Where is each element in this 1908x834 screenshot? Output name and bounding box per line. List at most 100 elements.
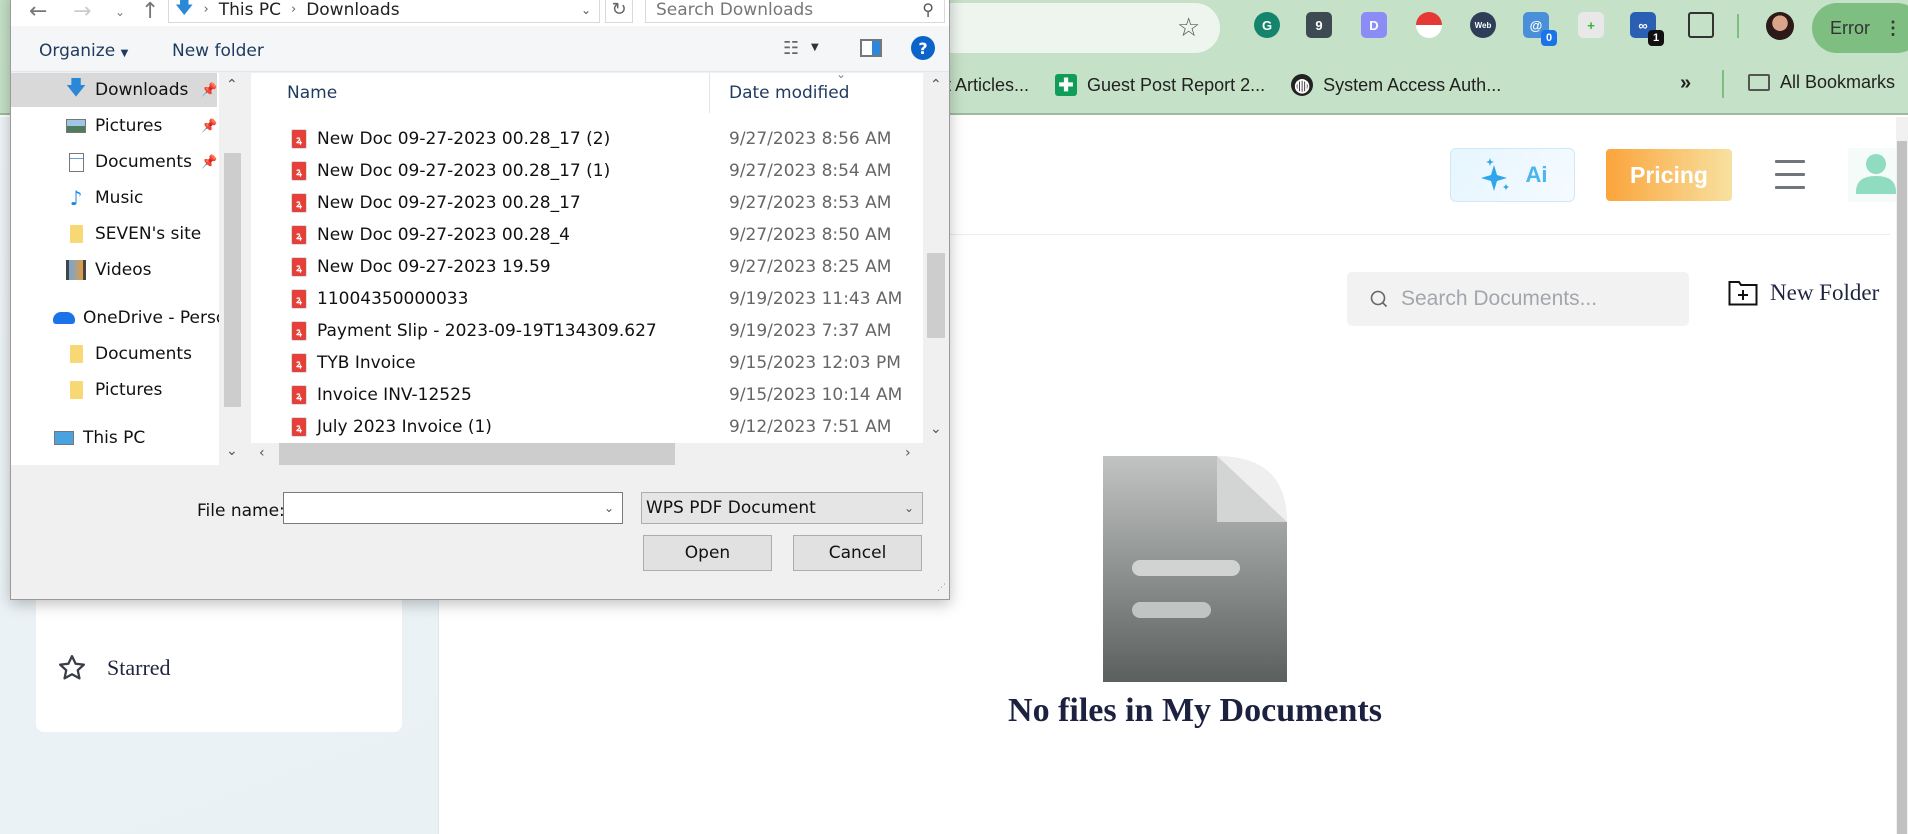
- d-extension-extension-icon[interactable]: D: [1361, 12, 1387, 38]
- file-name-combobox[interactable]: ⌄: [283, 492, 623, 524]
- file-row[interactable]: ꝝ 11004350000033 9/19/2023 11:43 AM: [251, 283, 923, 315]
- nav-item-label: Videos: [95, 260, 152, 280]
- nav-item[interactable]: Pictures 📌: [11, 109, 217, 143]
- file-row[interactable]: ꝝ July 2023 Invoice (1) 9/12/2023 7:51 AM: [251, 411, 923, 443]
- preview-pane-icon[interactable]: [860, 39, 882, 57]
- view-options-icon[interactable]: ☷: [783, 38, 799, 59]
- bookmark-item[interactable]: ◍ System Access Auth...: [1291, 74, 1501, 96]
- scrollbar-thumb[interactable]: [224, 153, 241, 407]
- open-button[interactable]: Open: [643, 535, 772, 571]
- link-extension-extension-icon[interactable]: ∞ 1: [1630, 12, 1664, 46]
- file-list-vertical-scrollbar[interactable]: ⌃ ⌄: [923, 73, 949, 443]
- webchatgpt-extension-icon[interactable]: Web: [1470, 12, 1496, 38]
- file-row[interactable]: ꝝ New Doc 09-27-2023 00.28_4 9/27/2023 8:5…: [251, 219, 923, 251]
- recent-locations-chevron-icon[interactable]: ⌄: [115, 5, 125, 19]
- dialog-search-box[interactable]: ⚲: [645, 0, 945, 23]
- breadcrumb-downloads[interactable]: Downloads: [306, 0, 399, 20]
- organize-button[interactable]: Organize ▼: [39, 41, 128, 61]
- file-row[interactable]: ꝝ New Doc 09-27-2023 00.28_17 9/27/2023 8:…: [251, 187, 923, 219]
- file-date-modified: 9/15/2023 12:03 PM: [729, 353, 901, 373]
- dialog-search-input[interactable]: [656, 0, 906, 20]
- counter-extension-icon[interactable]: 9: [1306, 12, 1332, 38]
- file-row[interactable]: ꝝ New Doc 09-27-2023 00.28_17 (2) 9/27/202…: [251, 123, 923, 155]
- bookmark-item[interactable]: ✚ Guest Post Report 2...: [1055, 74, 1265, 96]
- file-name-input[interactable]: [288, 493, 588, 521]
- caret-down-icon: ▼: [120, 48, 129, 59]
- nav-item[interactable]: 🡇 Downloads 📌: [11, 73, 217, 107]
- column-header-name[interactable]: Name: [287, 83, 337, 103]
- ai-button[interactable]: Ai: [1450, 148, 1575, 202]
- nav-item[interactable]: Pictures: [11, 373, 217, 407]
- user-avatar-button[interactable]: [1848, 148, 1896, 202]
- profile-avatar[interactable]: [1766, 12, 1794, 40]
- page-scrollbar-thumb[interactable]: [1897, 141, 1907, 834]
- up-arrow-icon[interactable]: ↑: [141, 0, 159, 24]
- page-scrollbar[interactable]: [1896, 117, 1908, 834]
- chevron-down-icon[interactable]: ⌄: [604, 501, 614, 515]
- scroll-left-arrow-icon[interactable]: ‹: [259, 445, 265, 461]
- resize-grip-icon[interactable]: ⋰: [937, 583, 946, 593]
- kebab-menu-icon[interactable]: ⋮: [1884, 18, 1902, 39]
- scroll-up-arrow-icon[interactable]: ⌃: [226, 77, 238, 93]
- hamburger-menu-icon[interactable]: [1775, 160, 1805, 190]
- extensions-puzzle-icon[interactable]: [1688, 12, 1714, 38]
- all-bookmarks-button[interactable]: All Bookmarks: [1748, 72, 1895, 93]
- file-row[interactable]: ꝝ TYB Invoice 9/15/2023 12:03 PM: [251, 347, 923, 379]
- sidebar-item-starred[interactable]: Starred: [57, 653, 171, 683]
- email-extractor-extension-icon[interactable]: @0: [1523, 12, 1557, 46]
- address-dropdown-chevron-icon[interactable]: ⌄: [581, 3, 591, 17]
- documents-icon: [65, 151, 87, 173]
- new-folder-dialog-button[interactable]: New folder: [172, 41, 264, 61]
- back-arrow-icon[interactable]: ←: [29, 0, 47, 24]
- scroll-up-arrow-icon[interactable]: ⌃: [930, 77, 942, 93]
- document-search-input[interactable]: [1401, 287, 1671, 311]
- more-bookmarks-button[interactable]: »: [1680, 72, 1691, 95]
- onedrive-icon: [53, 307, 75, 329]
- breadcrumb-this-pc[interactable]: This PC: [219, 0, 281, 20]
- scroll-right-arrow-icon[interactable]: ›: [905, 445, 911, 461]
- profile-error-button[interactable]: Error ⋮: [1812, 3, 1908, 53]
- view-dropdown-caret-icon[interactable]: ▼: [811, 42, 819, 53]
- file-row[interactable]: ꝝ Invoice INV-12525 9/15/2023 10:14 AM: [251, 379, 923, 411]
- file-row[interactable]: ꝝ New Doc 09-27-2023 00.28_17 (1) 9/27/202…: [251, 155, 923, 187]
- scrollbar-thumb[interactable]: [279, 443, 675, 465]
- file-list-horizontal-scrollbar[interactable]: ‹ ›: [251, 443, 923, 465]
- refresh-button[interactable]: ↻: [605, 0, 633, 23]
- scroll-down-arrow-icon[interactable]: ⌄: [226, 443, 238, 459]
- bookmarks-bar: t Articles... ✚ Guest Post Report 2... ◍ S…: [946, 70, 1527, 100]
- help-icon[interactable]: ?: [911, 36, 935, 60]
- new-folder-button[interactable]: New Folder: [1728, 280, 1879, 306]
- nav-item-label: SEVEN's site: [95, 224, 202, 244]
- breadcrumb[interactable]: 🡇 › This PC › Downloads ⌄: [168, 0, 600, 23]
- column-header-date-modified[interactable]: Date modified: [729, 83, 849, 103]
- document-search-box[interactable]: [1347, 272, 1689, 326]
- bookmark-label: Guest Post Report 2...: [1087, 74, 1266, 95]
- navigation-pane-scrollbar[interactable]: ⌃ ⌄: [219, 73, 245, 465]
- cancel-button[interactable]: Cancel: [793, 535, 922, 571]
- nav-item[interactable]: Documents 📌: [11, 145, 217, 179]
- nav-item[interactable]: Videos: [11, 253, 217, 287]
- nav-item[interactable]: SEVEN's site: [11, 217, 217, 251]
- forward-arrow-icon[interactable]: →: [73, 0, 91, 24]
- organize-label: Organize: [39, 41, 116, 61]
- search-icon: [1370, 290, 1388, 308]
- nav-item[interactable]: Documents: [11, 337, 217, 371]
- pictures-icon: [65, 115, 87, 137]
- grammarly-extension-icon[interactable]: G: [1254, 12, 1280, 38]
- add-extension-extension-icon[interactable]: +: [1578, 12, 1604, 38]
- file-row[interactable]: ꝝ New Doc 09-27-2023 19.59 9/27/2023 8:25 …: [251, 251, 923, 283]
- bookmark-star-icon[interactable]: ☆: [1177, 12, 1200, 43]
- column-divider[interactable]: [709, 73, 710, 113]
- file-type-select[interactable]: WPS PDF Document ⌄: [641, 492, 923, 524]
- scrollbar-thumb[interactable]: [927, 253, 945, 338]
- search-icon[interactable]: ⚲: [922, 0, 934, 19]
- nav-item[interactable]: OneDrive - Person: [11, 301, 237, 335]
- nav-item-label: Downloads: [95, 80, 189, 100]
- pokeball-extension-icon[interactable]: [1416, 12, 1442, 38]
- nav-item[interactable]: This PC: [11, 421, 217, 455]
- bookmark-item[interactable]: t Articles...: [946, 75, 1029, 96]
- scroll-down-arrow-icon[interactable]: ⌄: [930, 421, 942, 437]
- nav-item[interactable]: ♪ Music: [11, 181, 217, 215]
- pricing-button[interactable]: Pricing: [1606, 149, 1732, 201]
- file-row[interactable]: ꝝ Payment Slip - 2023-09-19T134309.627 9/1…: [251, 315, 923, 347]
